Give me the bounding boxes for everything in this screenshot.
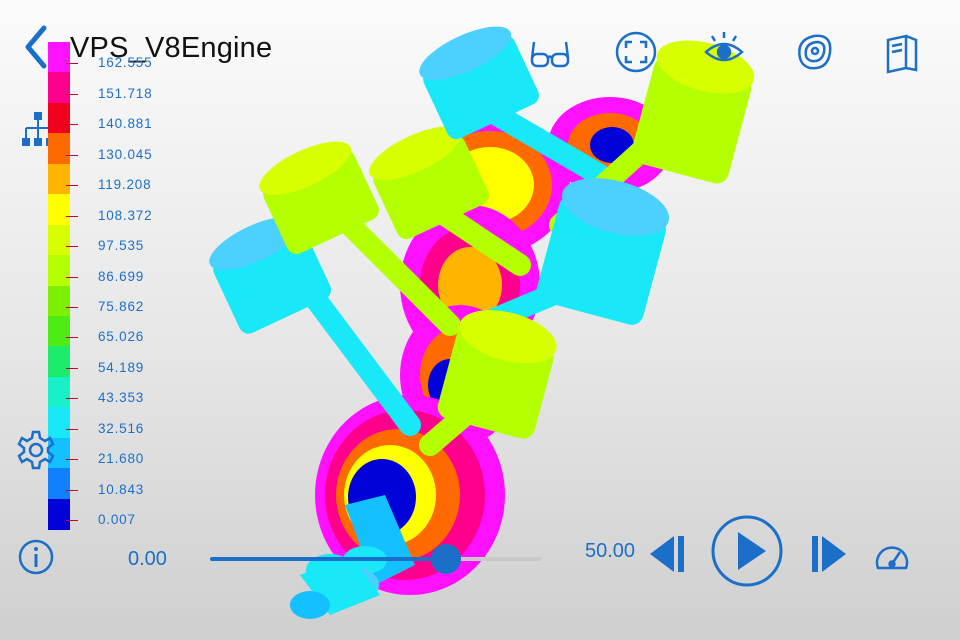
legend-swatch <box>48 224 70 256</box>
legend-tick <box>66 337 78 339</box>
legend-value-label: 140.881 <box>98 116 153 132</box>
legend-tick <box>66 246 78 248</box>
legend-swatch <box>48 133 70 165</box>
glasses-icon <box>530 41 570 68</box>
legend-swatch <box>48 285 70 317</box>
legend-value-label: 151.718 <box>98 85 153 101</box>
legend-tick <box>66 398 78 400</box>
legend-tick <box>66 124 78 126</box>
fit-view-icon <box>615 31 657 73</box>
legend-tick <box>66 428 78 430</box>
legend-value-label: 0.007 <box>98 512 136 527</box>
legend-value-label: 32.516 <box>98 420 145 436</box>
visibility-button[interactable] <box>700 28 748 76</box>
legend-swatch <box>48 498 70 530</box>
legend-value-label: 54.189 <box>98 359 145 375</box>
legend-value-label: 130.045 <box>98 146 153 162</box>
info-button[interactable] <box>17 538 55 576</box>
legend-value-label: 43.353 <box>98 390 145 406</box>
time-slider-fill <box>210 557 446 561</box>
speed-button[interactable] <box>872 538 912 574</box>
legend-tick <box>66 306 78 308</box>
legend-swatch <box>48 468 70 500</box>
legend-tick <box>66 154 78 156</box>
play-button[interactable] <box>710 514 784 588</box>
book-icon <box>886 34 918 74</box>
step-forward-button[interactable] <box>808 530 848 578</box>
legend-swatch <box>48 346 70 378</box>
legend-swatch <box>48 194 70 226</box>
legend-tick <box>66 367 78 369</box>
legend-tick <box>66 63 78 65</box>
legend-swatch <box>48 102 70 134</box>
legend-swatch <box>48 72 70 104</box>
contour-icon <box>798 34 832 70</box>
legend-tick <box>66 489 78 491</box>
step-back-icon <box>650 536 684 572</box>
legend-swatch <box>48 255 70 286</box>
speedometer-icon <box>875 546 909 570</box>
legend-swatch <box>48 376 70 408</box>
legend-swatch <box>48 42 70 73</box>
glasses-button[interactable] <box>526 28 574 76</box>
legend-value-label: 21.680 <box>98 451 145 467</box>
contour-button[interactable] <box>790 28 838 76</box>
step-forward-icon <box>812 536 846 572</box>
legend-tick <box>66 520 78 521</box>
legend-value-label: 162.555 <box>98 55 153 71</box>
info-icon <box>18 539 54 575</box>
time-start-label: 0.00 <box>128 548 167 570</box>
legend-value-label: 65.026 <box>98 329 145 345</box>
legend-swatch <box>48 163 70 195</box>
gear-icon <box>17 430 55 470</box>
legend-value-label: 108.372 <box>98 207 153 223</box>
current-time-label: 50.00 <box>585 540 636 562</box>
legend-tick <box>66 276 78 278</box>
legend-tick <box>66 459 78 461</box>
settings-button[interactable] <box>16 428 56 472</box>
legend-swatch <box>48 315 70 347</box>
time-slider-thumb[interactable] <box>430 544 461 574</box>
legend-value-label: 10.843 <box>98 481 145 497</box>
play-icon <box>711 515 783 587</box>
visibility-eye-icon <box>704 32 744 62</box>
legend-value-label: 97.535 <box>98 238 145 254</box>
legend-tick <box>66 215 78 217</box>
time-slider[interactable] <box>210 544 542 574</box>
legend-value-label: 119.208 <box>98 177 152 193</box>
legend-tick <box>66 93 78 95</box>
legend-tick <box>66 185 78 187</box>
legend-value-label: 75.862 <box>98 298 145 314</box>
step-back-button[interactable] <box>648 530 688 578</box>
book-button[interactable] <box>878 28 926 76</box>
fit-view-button[interactable] <box>612 28 660 76</box>
legend-value-label: 86.699 <box>98 268 145 284</box>
